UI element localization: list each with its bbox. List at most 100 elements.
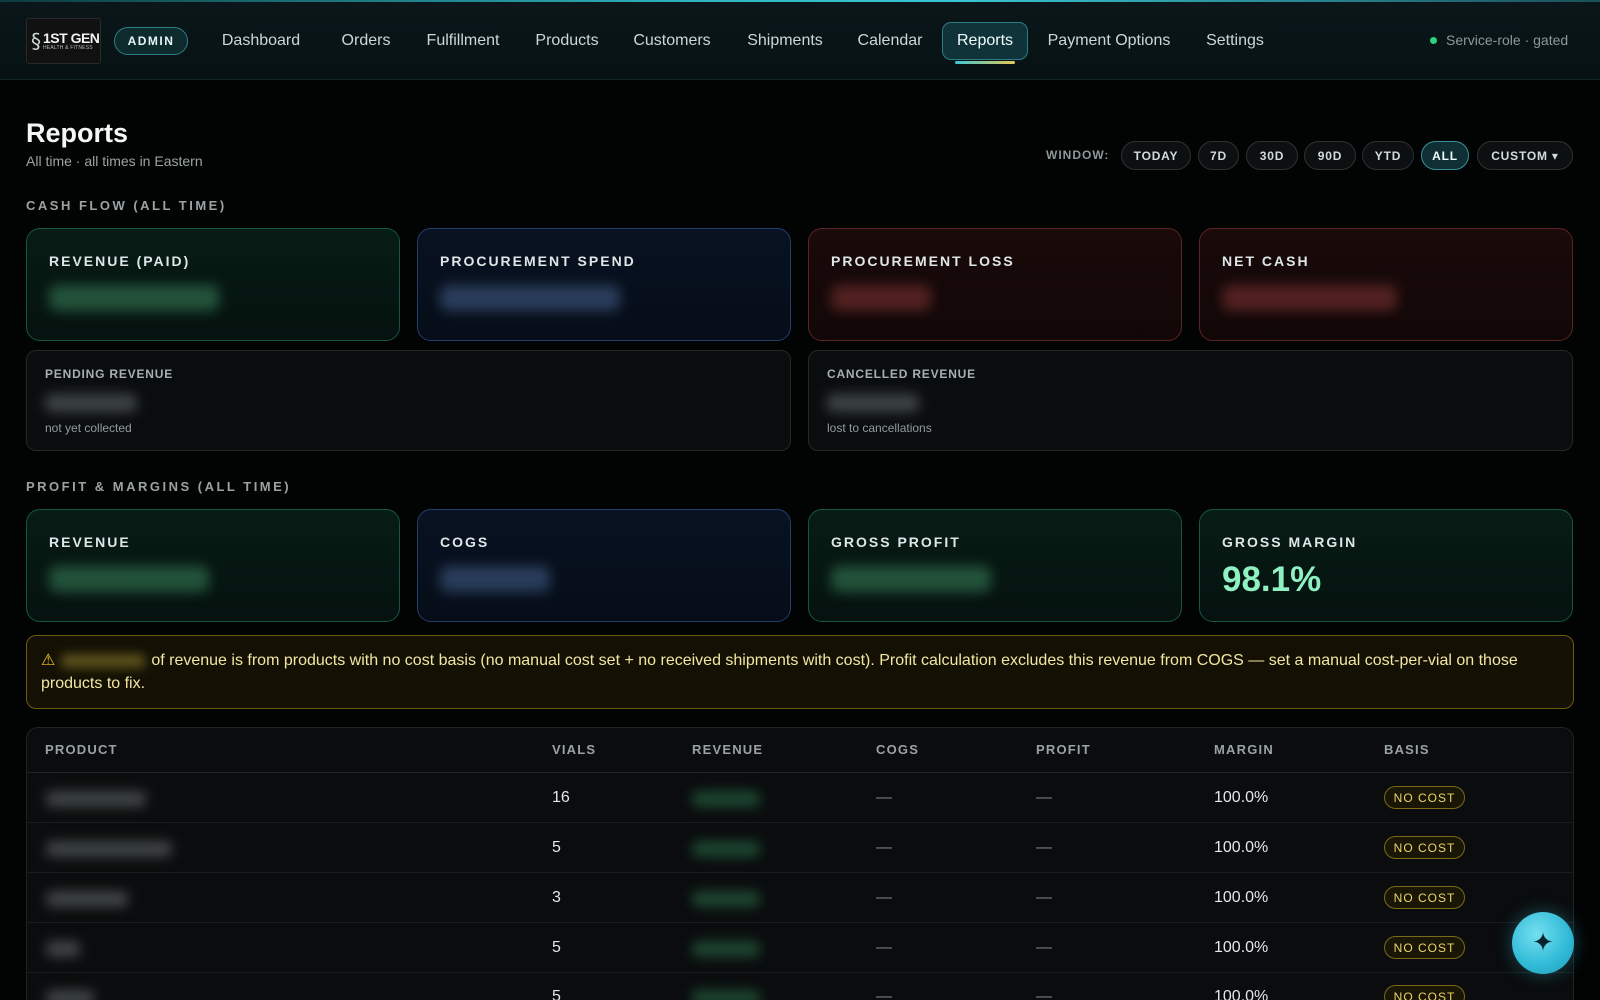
card-label: COGS — [440, 534, 490, 550]
row-divider — [27, 972, 1573, 973]
redacted-revenue — [692, 791, 760, 807]
card-label: PENDING REVENUE — [45, 367, 174, 381]
nav-settings[interactable]: Settings — [1196, 22, 1274, 60]
no-cost-badge: NO COST — [1384, 886, 1465, 909]
brand-logo[interactable]: § 1ST GEN HEALTH & FITNESS — [26, 18, 101, 64]
nav-fulfillment[interactable]: Fulfillment — [418, 22, 508, 60]
procurement-spend-card: PROCUREMENT SPEND — [417, 228, 791, 341]
table-header-divider — [27, 772, 1573, 773]
redacted-revenue — [692, 841, 760, 857]
sparkle-icon: ✦ — [1532, 928, 1554, 958]
service-status-text: Service-role · gated — [1446, 32, 1569, 48]
vials-cell: 5 — [552, 839, 561, 856]
window-90d-button[interactable]: 90D — [1304, 141, 1356, 170]
logo-line2: HEALTH & FITNESS — [43, 44, 93, 51]
redacted-value — [827, 394, 919, 412]
vials-cell: 16 — [552, 789, 570, 806]
card-label: NET CASH — [1222, 253, 1310, 269]
vials-cell: 5 — [552, 939, 561, 956]
margin-cell: 100.0% — [1214, 789, 1269, 806]
nav-orders[interactable]: Orders — [331, 22, 401, 60]
logo-line1: 1ST GEN — [43, 29, 100, 46]
admin-role-badge: ADMIN — [114, 27, 188, 55]
assistant-fab-button[interactable]: ✦ — [1512, 912, 1574, 974]
nav-shipments[interactable]: Shipments — [738, 22, 832, 60]
cogs-cell: — — [876, 988, 892, 1000]
redacted-product-name — [46, 791, 146, 807]
window-7d-button[interactable]: 7D — [1198, 141, 1239, 170]
redacted-value — [45, 394, 137, 412]
col-product[interactable]: PRODUCT — [45, 742, 118, 757]
gross-margin-card: GROSS MARGIN 98.1% — [1199, 509, 1573, 622]
nav-products[interactable]: Products — [526, 22, 608, 60]
cogs-cell: — — [876, 939, 892, 956]
redacted-revenue — [692, 941, 760, 957]
page-subtitle: All time · all times in Eastern — [26, 153, 203, 169]
cogs-cell: — — [876, 839, 892, 856]
row-divider — [27, 922, 1573, 923]
window-label: WINDOW: — [1046, 148, 1110, 162]
redacted-value — [49, 566, 209, 592]
row-divider — [27, 872, 1573, 873]
profit-cell: — — [1036, 939, 1052, 956]
row-divider — [27, 822, 1573, 823]
col-vials[interactable]: VIALS — [552, 742, 596, 757]
nav-reports[interactable]: Reports — [942, 22, 1028, 60]
revenue-paid-card: REVENUE (PAID) — [26, 228, 400, 341]
active-tab-indicator — [955, 61, 1015, 64]
redacted-value — [1222, 285, 1397, 311]
cogs-cell: — — [876, 889, 892, 906]
pending-revenue-card: PENDING REVENUE not yet collected — [26, 350, 791, 451]
dna-icon: § — [31, 29, 41, 53]
card-label: REVENUE (PAID) — [49, 253, 191, 269]
no-cost-badge: NO COST — [1384, 985, 1465, 1000]
nav-dashboard[interactable]: Dashboard — [215, 22, 307, 60]
warning-icon: ⚠ — [41, 652, 56, 669]
nav-payment-options[interactable]: Payment Options — [1040, 22, 1178, 60]
profit-cell: — — [1036, 789, 1052, 806]
card-label: PROCUREMENT SPEND — [440, 253, 636, 269]
redacted-value — [61, 653, 146, 668]
col-profit[interactable]: PROFIT — [1036, 742, 1091, 757]
revenue-card: REVENUE — [26, 509, 400, 622]
redacted-product-name — [46, 841, 172, 857]
window-30d-button[interactable]: 30D — [1246, 141, 1298, 170]
nav-customers[interactable]: Customers — [626, 22, 718, 60]
profit-cell: — — [1036, 889, 1052, 906]
net-cash-card: NET CASH — [1199, 228, 1573, 341]
no-cost-basis-warning: ⚠ of revenue is from products with no cos… — [26, 635, 1574, 709]
col-margin[interactable]: MARGIN — [1214, 742, 1274, 757]
gross-profit-card: GROSS PROFIT — [808, 509, 1182, 622]
redacted-value — [831, 566, 991, 592]
procurement-loss-card: PROCUREMENT LOSS — [808, 228, 1182, 341]
redacted-value — [440, 285, 620, 311]
card-label: REVENUE — [49, 534, 131, 550]
card-label: PROCUREMENT LOSS — [831, 253, 1015, 269]
cogs-card: COGS — [417, 509, 791, 622]
nav-calendar[interactable]: Calendar — [848, 22, 932, 60]
margin-cell: 100.0% — [1214, 988, 1269, 1000]
window-ytd-button[interactable]: YTD — [1362, 141, 1414, 170]
page-title: Reports — [26, 118, 129, 148]
window-custom-dropdown[interactable]: CUSTOM ▾ — [1477, 141, 1573, 170]
col-basis[interactable]: BASIS — [1384, 742, 1430, 757]
redacted-value — [440, 566, 550, 592]
redacted-product-name — [46, 941, 80, 957]
service-status: Service-role · gated — [1430, 32, 1568, 48]
no-cost-badge: NO COST — [1384, 786, 1465, 809]
margin-cell: 100.0% — [1214, 839, 1269, 856]
col-revenue[interactable]: REVENUE — [692, 742, 763, 757]
col-cogs[interactable]: COGS — [876, 742, 919, 757]
card-label: CANCELLED REVENUE — [827, 367, 976, 381]
redacted-value — [49, 285, 219, 311]
margin-cell: 100.0% — [1214, 889, 1269, 906]
redacted-product-name — [46, 990, 94, 1000]
cash-flow-heading: CASH FLOW (ALL TIME) — [26, 198, 227, 213]
no-cost-badge: NO COST — [1384, 836, 1465, 859]
card-label: GROSS PROFIT — [831, 534, 961, 550]
vials-cell: 5 — [552, 988, 561, 1000]
top-nav-bar: § 1ST GEN HEALTH & FITNESS ADMIN Dashboa… — [0, 2, 1600, 80]
window-all-button[interactable]: ALL — [1421, 141, 1469, 170]
window-today-button[interactable]: TODAY — [1121, 141, 1191, 170]
card-label: GROSS MARGIN — [1222, 534, 1358, 550]
